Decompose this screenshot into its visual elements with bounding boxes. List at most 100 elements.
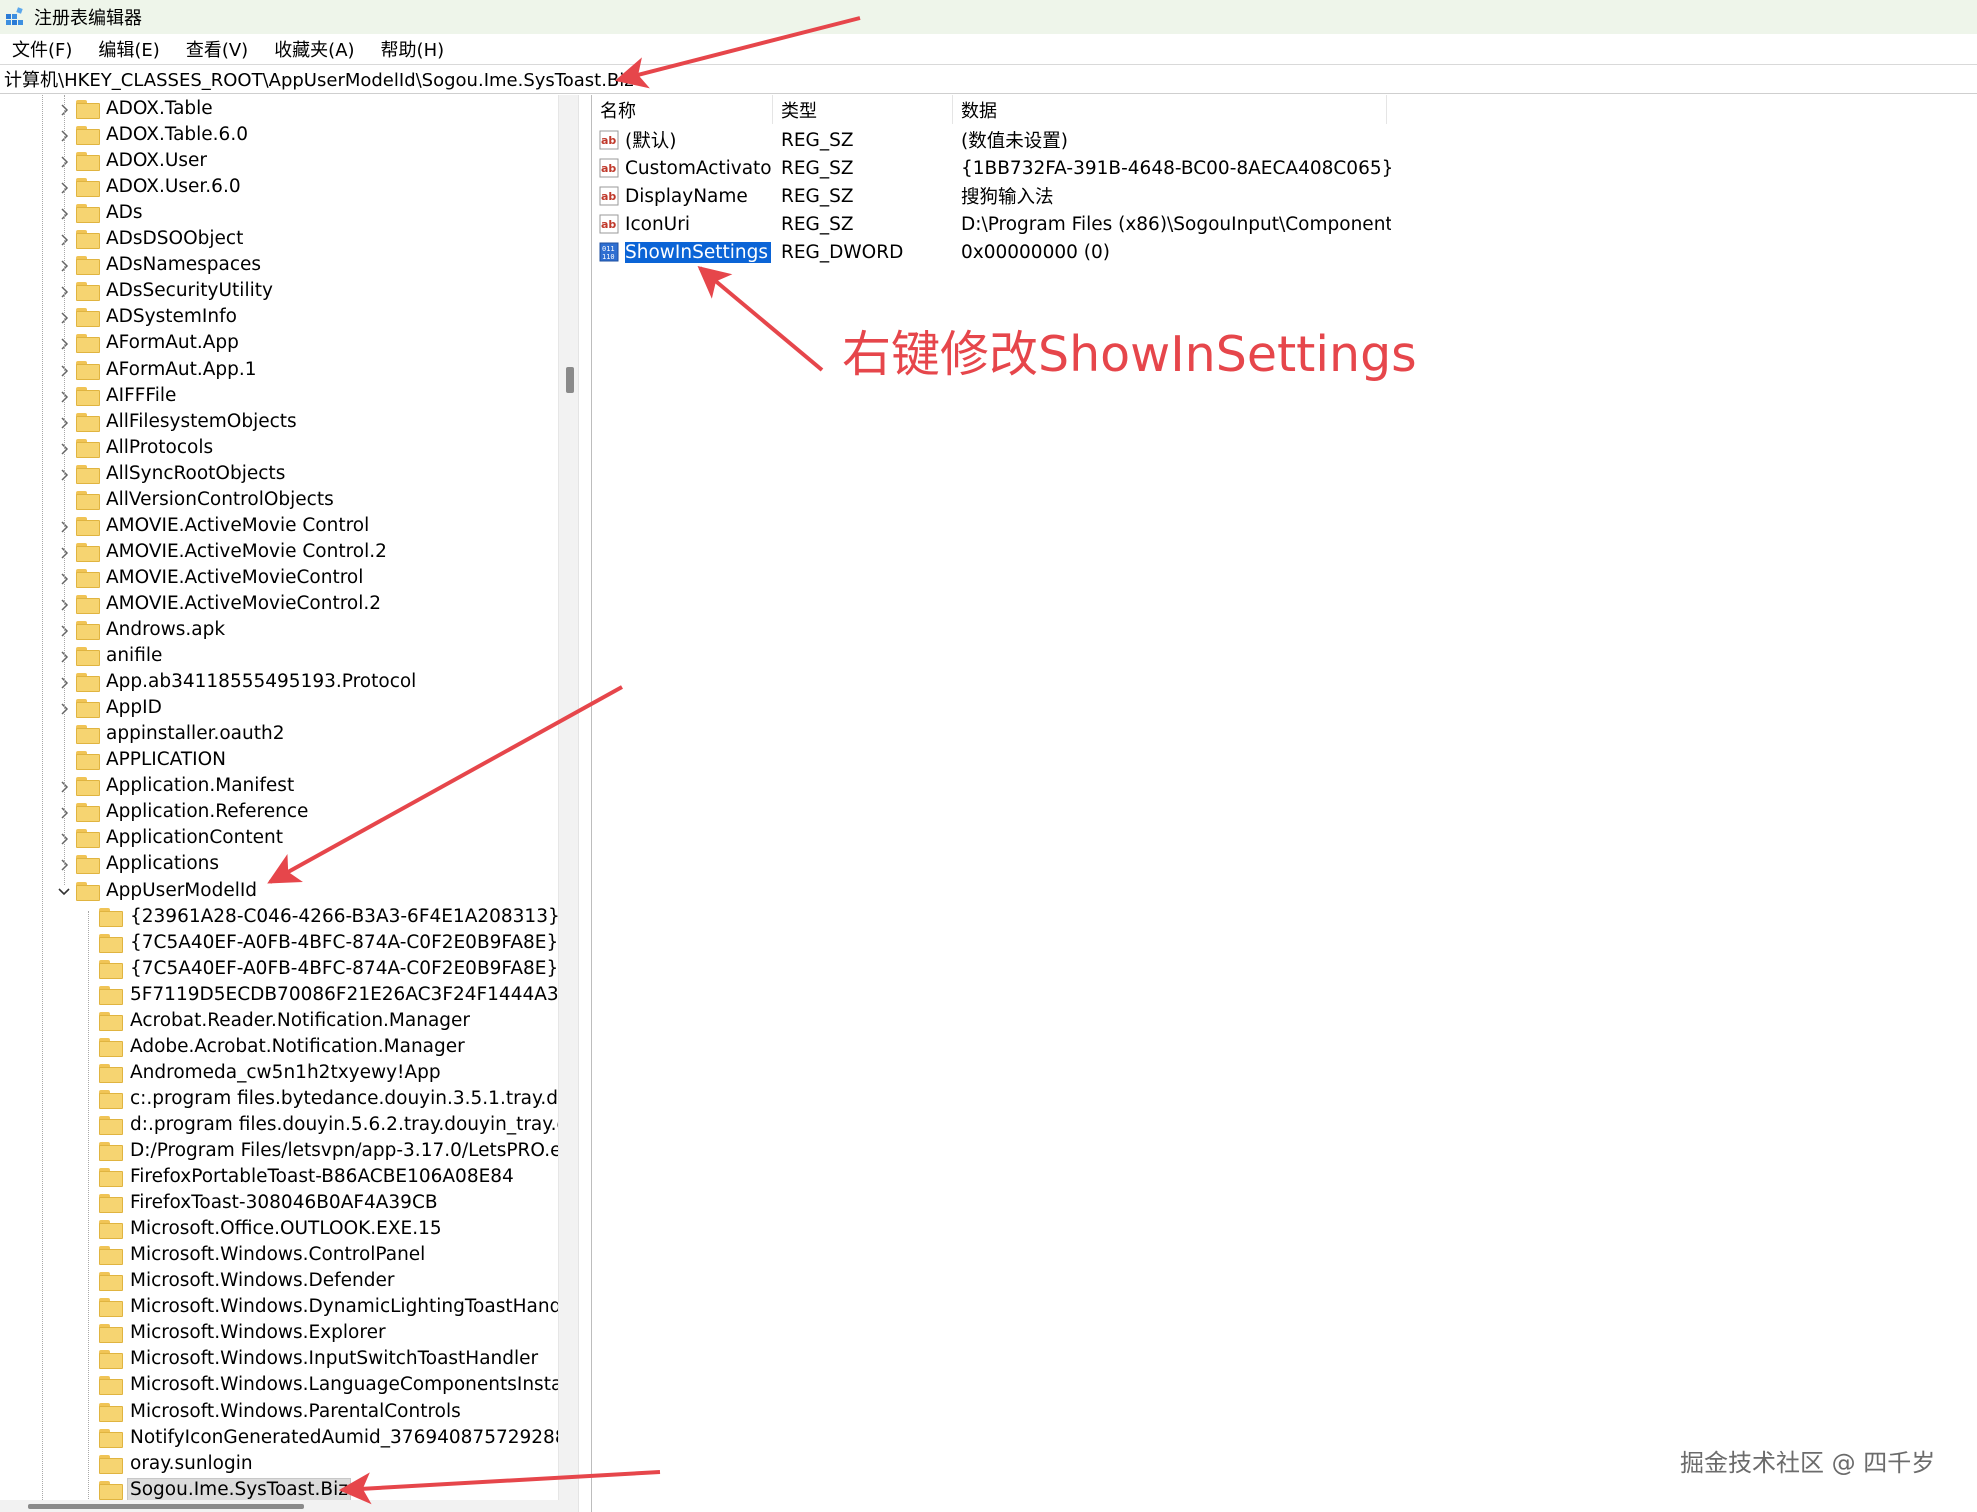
folder-icon xyxy=(99,1142,123,1161)
tree-item[interactable]: D:/Program Files/letsvpn/app-3.17.0/Lets… xyxy=(0,1139,578,1165)
tree-item[interactable]: FirefoxPortableToast-B86ACBE106A08E84 xyxy=(0,1165,558,1191)
tree-item[interactable]: ADOX.Table.6.0 xyxy=(0,123,558,149)
tree-item[interactable]: AllFilesystemObjects xyxy=(0,410,558,436)
tree-item[interactable]: Microsoft.Windows.Defender xyxy=(0,1269,558,1295)
tree-item[interactable]: Application.Manifest xyxy=(0,774,558,800)
tree-item[interactable]: AllProtocols xyxy=(0,436,558,462)
tree-item-label: ADsNamespaces xyxy=(106,254,262,276)
tree-item[interactable]: Andromeda_cw5n1h2txyewy!App xyxy=(0,1061,558,1087)
tree-item[interactable]: AMOVIE.ActiveMovieControl.2 xyxy=(0,592,558,618)
tree-vertical-scrollbar[interactable] xyxy=(558,95,578,1502)
folder-icon xyxy=(99,1324,123,1344)
value-name-label: ShowInSettings xyxy=(625,241,771,263)
tree-item-label: APPLICATION xyxy=(106,749,227,771)
tree-item-label: 5F7119D5ECDB70086F21E26AC3F24F1444A321A0 xyxy=(130,983,578,1005)
svg-text:ab: ab xyxy=(601,162,616,175)
value-row[interactable]: ab IconUri REG_SZ D:\Program Files (x86)\So… xyxy=(592,210,1392,238)
menu-view[interactable]: 查看(V) xyxy=(184,36,250,62)
string-value-icon: ab xyxy=(599,130,619,150)
tree-item[interactable]: ADsSecurityUtility xyxy=(0,279,558,305)
column-header-name[interactable]: 名称 xyxy=(592,95,773,124)
tree-item-label: AppID xyxy=(106,697,162,719)
folder-icon xyxy=(76,178,100,198)
tree-item[interactable]: Applications xyxy=(0,852,558,878)
tree-item[interactable]: AFormAut.App.1 xyxy=(0,358,558,384)
folder-icon xyxy=(76,751,100,771)
tree-item[interactable]: {7C5A40EF-A0FB-4BFC-874A-C0F2E0B9FA8E}/L… xyxy=(0,931,578,957)
tree-item[interactable]: Adobe.Acrobat.Notification.Manager xyxy=(0,1035,558,1061)
tree-item[interactable]: AMOVIE.ActiveMovie Control.2 xyxy=(0,540,558,566)
menu-help[interactable]: 帮助(H) xyxy=(379,36,447,62)
tree-item[interactable]: Microsoft.Windows.ParentalControls xyxy=(0,1400,558,1426)
tree-item[interactable]: Microsoft.Office.OUTLOOK.EXE.15 xyxy=(0,1217,558,1243)
tree-item[interactable]: 5F7119D5ECDB70086F21E26AC3F24F1444A321A0 xyxy=(0,983,578,1009)
folder-icon xyxy=(99,1168,123,1188)
value-row[interactable]: ab (默认) REG_SZ (数值未设置) xyxy=(592,126,1392,154)
registry-editor-icon xyxy=(4,6,26,28)
tree-item[interactable]: Application.Reference xyxy=(0,800,558,826)
tree-item[interactable]: {23961A28-C046-4266-B3A3-6F4E1A208313} xyxy=(0,905,560,931)
pane-splitter[interactable] xyxy=(578,95,592,1512)
tree-item[interactable]: ApplicationContent xyxy=(0,826,558,852)
value-row[interactable]: ab CustomActivator REG_SZ {1BB732FA-391B-46… xyxy=(592,154,1392,182)
tree-item[interactable]: AppUserModelId xyxy=(0,879,558,905)
key-tree[interactable]: ADOX.Table ADOX.Table.6.0 ADOX.User ADOX.Us… xyxy=(0,95,578,1512)
tree-item[interactable]: {7C5A40EF-A0FB-4BFC-874A-C0F2E0B9FA8E}/L… xyxy=(0,957,578,983)
tree-item[interactable]: ADSystemInfo xyxy=(0,305,558,331)
folder-icon xyxy=(99,1480,123,1500)
tree-item[interactable]: Microsoft.Windows.ControlPanel xyxy=(0,1243,558,1269)
value-row[interactable]: 011 110 ShowInSettings REG_DWORD 0x00000000 … xyxy=(592,238,1392,266)
tree-item[interactable]: ADOX.Table xyxy=(0,97,558,123)
tree-item[interactable]: AllVersionControlObjects xyxy=(0,488,558,514)
address-bar[interactable]: 计算机\HKEY_CLASSES_ROOT\AppUserModelId\Sog… xyxy=(0,64,1977,94)
tree-item-label: AllVersionControlObjects xyxy=(106,488,334,510)
chevron-down-icon[interactable] xyxy=(57,885,71,899)
tree-item[interactable]: Microsoft.Windows.DynamicLightingToastHa… xyxy=(0,1295,578,1321)
tree-item[interactable]: ADsDSOObject xyxy=(0,227,558,253)
tree-item[interactable]: APPLICATION xyxy=(0,748,558,774)
tree-item-label: AppUserModelId xyxy=(106,879,258,901)
tree-item-label: Androws.apk xyxy=(106,619,226,640)
tree-item[interactable]: AllSyncRootObjects xyxy=(0,462,558,488)
tree-horizontal-scrollbar[interactable] xyxy=(0,1500,578,1512)
column-header-type[interactable]: 类型 xyxy=(773,95,953,124)
folder-icon xyxy=(76,282,100,302)
menu-favorites[interactable]: 收藏夹(A) xyxy=(272,36,356,62)
column-header-data[interactable]: 数据 xyxy=(953,95,1387,124)
menu-file[interactable]: 文件(F) xyxy=(10,36,74,62)
tree-item[interactable]: Microsoft.Windows.LanguageComponentsInst… xyxy=(0,1373,578,1399)
tree-item[interactable]: appinstaller.oauth2 xyxy=(0,722,558,748)
svg-text:ab: ab xyxy=(601,218,616,231)
tree-item[interactable]: Microsoft.Windows.Explorer xyxy=(0,1321,558,1347)
tree-item[interactable]: ADs xyxy=(0,201,558,227)
value-name: IconUri xyxy=(625,210,773,238)
tree-item[interactable]: AMOVIE.ActiveMovieControl xyxy=(0,566,558,592)
folder-icon xyxy=(76,308,100,328)
tree-item[interactable]: Androws.apk xyxy=(0,618,558,644)
value-row[interactable]: ab DisplayName REG_SZ 搜狗输入法 xyxy=(592,182,1392,210)
tree-vertical-scroll-thumb[interactable] xyxy=(566,367,574,393)
value-data: 搜狗输入法 xyxy=(961,187,1054,208)
tree-item[interactable]: NotifyIconGeneratedAumid_376940875729288… xyxy=(0,1426,578,1452)
tree-item[interactable]: ADsNamespaces xyxy=(0,253,558,279)
tree-item[interactable]: Microsoft.Windows.InputSwitchToastHandle… xyxy=(0,1347,558,1373)
tree-item[interactable]: anifile xyxy=(0,644,558,670)
tree-item[interactable]: c:.program files.bytedance.douyin.3.5.1.… xyxy=(0,1087,578,1113)
tree-item[interactable]: Acrobat.Reader.Notification.Manager xyxy=(0,1009,558,1035)
menu-edit[interactable]: 编辑(E) xyxy=(96,36,161,62)
folder-icon xyxy=(99,1272,123,1292)
tree-item[interactable]: AIFFFile xyxy=(0,384,558,410)
folder-icon xyxy=(76,386,100,406)
tree-item[interactable]: ADOX.User xyxy=(0,149,558,175)
tree-item[interactable]: App.ab34118555495193.Protocol xyxy=(0,670,558,696)
tree-item[interactable]: AppID xyxy=(0,696,558,722)
tree-item[interactable]: d:.program files.douyin.5.6.2.tray.douyi… xyxy=(0,1113,578,1139)
tree-item[interactable]: ADOX.User.6.0 xyxy=(0,175,558,201)
tree-horizontal-scroll-thumb[interactable] xyxy=(28,1504,304,1509)
folder-icon xyxy=(99,1220,123,1240)
tree-item[interactable]: AFormAut.App xyxy=(0,331,558,357)
tree-item[interactable]: AMOVIE.ActiveMovie Control xyxy=(0,514,558,540)
tree-item-label: ADOX.Table xyxy=(106,98,213,119)
tree-item[interactable]: oray.sunlogin xyxy=(0,1452,558,1478)
tree-item[interactable]: FirefoxToast-308046B0AF4A39CB xyxy=(0,1191,558,1217)
